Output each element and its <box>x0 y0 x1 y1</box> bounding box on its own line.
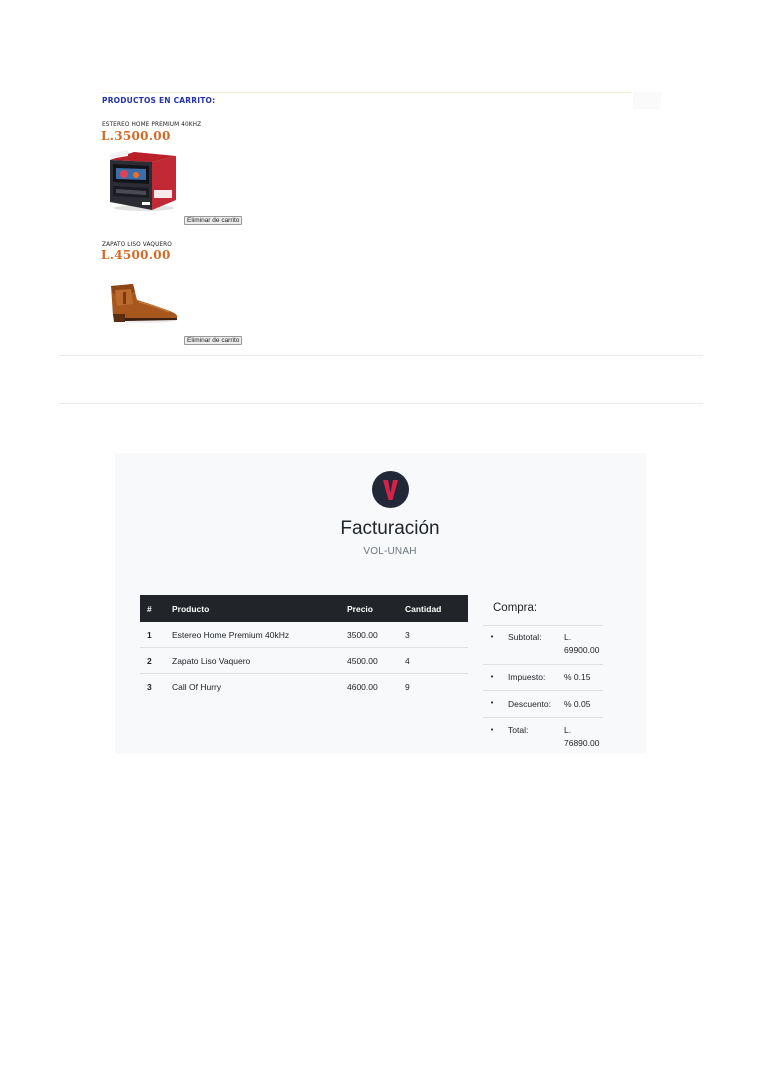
cell-quantity: 4 <box>405 656 410 666</box>
cell-number: 1 <box>147 630 152 640</box>
col-header-number: # <box>147 604 152 614</box>
brand-logo <box>372 471 409 508</box>
cart-top-divider <box>101 92 631 93</box>
cell-price: 3500.00 <box>347 630 378 640</box>
cowboy-boot-image <box>105 280 181 324</box>
summary-label-discount: Descuento: <box>508 699 551 709</box>
cart-item-name: ESTEREO HOME PREMIUM 40KHZ <box>102 122 202 128</box>
cart-corner-box <box>633 92 661 109</box>
summary-label-tax: Impuesto: <box>508 672 546 682</box>
cart-item-price: L.3500.00 <box>101 129 171 143</box>
col-header-quantity: Cantidad <box>405 604 442 614</box>
cell-number: 2 <box>147 656 152 666</box>
cell-price: 4600.00 <box>347 682 378 692</box>
bullet-icon: • <box>490 673 495 681</box>
table-row: 3 Call Of Hurry 4600.00 9 <box>140 674 468 699</box>
summary-divider <box>483 625 603 626</box>
cell-number: 3 <box>147 682 152 692</box>
col-header-price: Precio <box>347 604 373 614</box>
invoice-title: Facturación <box>340 518 440 539</box>
cell-product: Zapato Liso Vaquero <box>172 656 251 666</box>
cell-product: Estereo Home Premium 40kHz <box>172 630 290 640</box>
section-divider <box>58 355 703 356</box>
invoice-subtitle: VOL-UNAH <box>363 546 417 557</box>
summary-label-subtotal: Subtotal: <box>508 632 542 642</box>
table-row: 1 Estereo Home Premium 40kHz 3500.00 3 <box>140 622 468 648</box>
remove-from-cart-button[interactable]: Eliminar de carrito <box>184 336 243 345</box>
summary-label-total: Total: <box>508 725 529 735</box>
summary-title: Compra: <box>493 602 538 614</box>
summary-divider <box>483 664 603 665</box>
cell-product: Call Of Hurry <box>172 682 222 692</box>
invoice-table-header: # Producto Precio Cantidad <box>140 595 468 622</box>
cell-quantity: 9 <box>405 682 410 692</box>
bullet-icon: • <box>490 726 495 734</box>
car-stereo-image <box>104 150 178 212</box>
cart-item-price: L.4500.00 <box>101 248 171 262</box>
bullet-icon: • <box>490 699 495 707</box>
col-header-product: Producto <box>172 604 210 614</box>
cell-price: 4500.00 <box>347 656 378 666</box>
section-divider <box>58 403 703 404</box>
summary-value-discount: % 0.05 <box>564 699 591 709</box>
remove-from-cart-button[interactable]: Eliminar de carrito <box>184 216 243 225</box>
summary-divider <box>483 717 603 718</box>
v-logo-icon <box>383 480 398 500</box>
bullet-icon: • <box>490 633 495 641</box>
cell-quantity: 3 <box>405 630 410 640</box>
summary-divider <box>483 690 603 691</box>
summary-value-subtotal: L. 69900.00 <box>564 632 600 655</box>
table-row: 2 Zapato Liso Vaquero 4500.00 4 <box>140 648 468 674</box>
summary-value-total: L. 76890.00 <box>564 725 600 748</box>
cart-heading: PRODUCTOS EN CARRITO: <box>102 96 216 105</box>
summary-value-tax: % 0.15 <box>564 672 591 682</box>
